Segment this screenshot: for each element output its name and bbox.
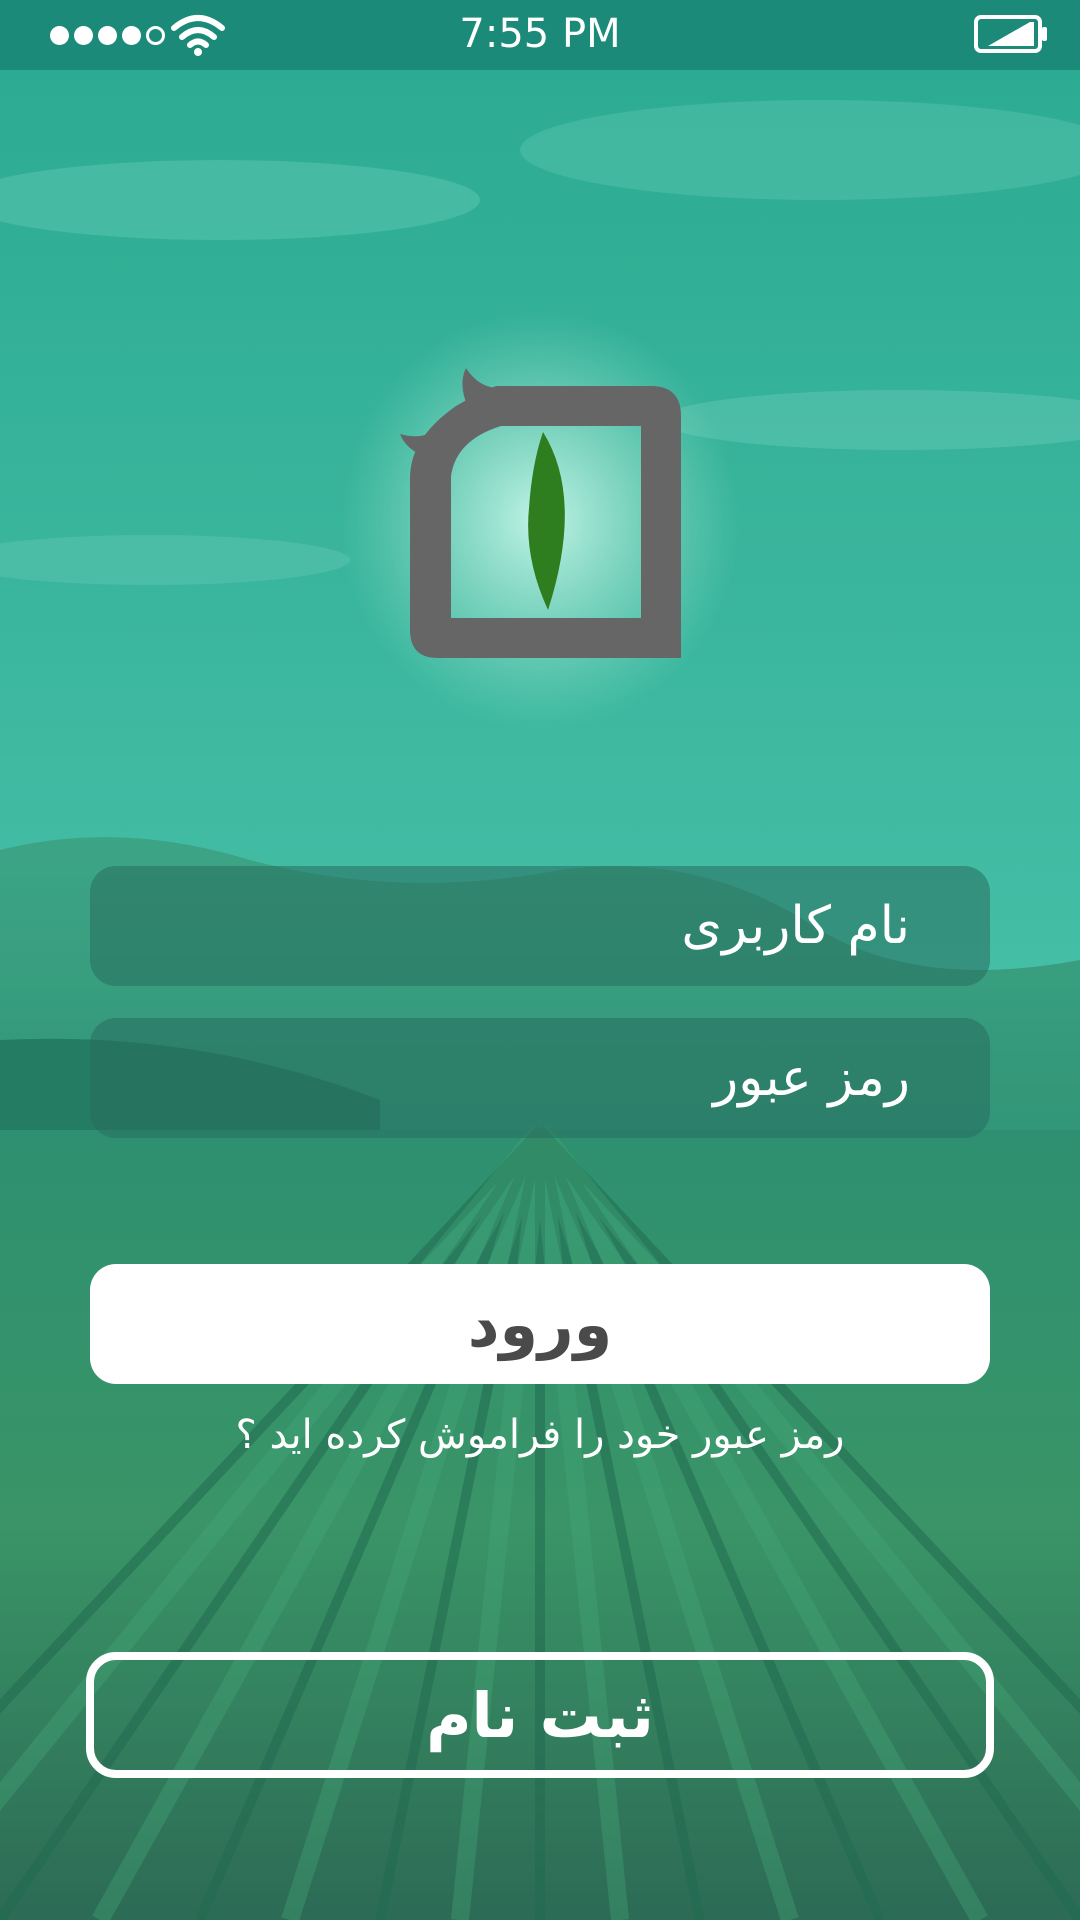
- login-button[interactable]: ورود: [90, 1264, 990, 1384]
- leaf-logo-icon: [396, 368, 686, 668]
- login-screen: 7:55 PM ورود رمز عبور خود را فراموش: [0, 0, 1080, 1920]
- forgot-password-link[interactable]: رمز عبور خود را فراموش کرده اید ؟: [0, 1412, 1080, 1458]
- password-field[interactable]: [90, 1018, 990, 1138]
- battery-icon: [974, 14, 1048, 58]
- register-button[interactable]: ثبت نام: [86, 1652, 994, 1778]
- username-field[interactable]: [90, 866, 990, 986]
- status-bar: 7:55 PM: [0, 0, 1080, 70]
- status-time: 7:55 PM: [459, 11, 621, 57]
- password-input[interactable]: [90, 1018, 990, 1138]
- username-input[interactable]: [90, 866, 990, 986]
